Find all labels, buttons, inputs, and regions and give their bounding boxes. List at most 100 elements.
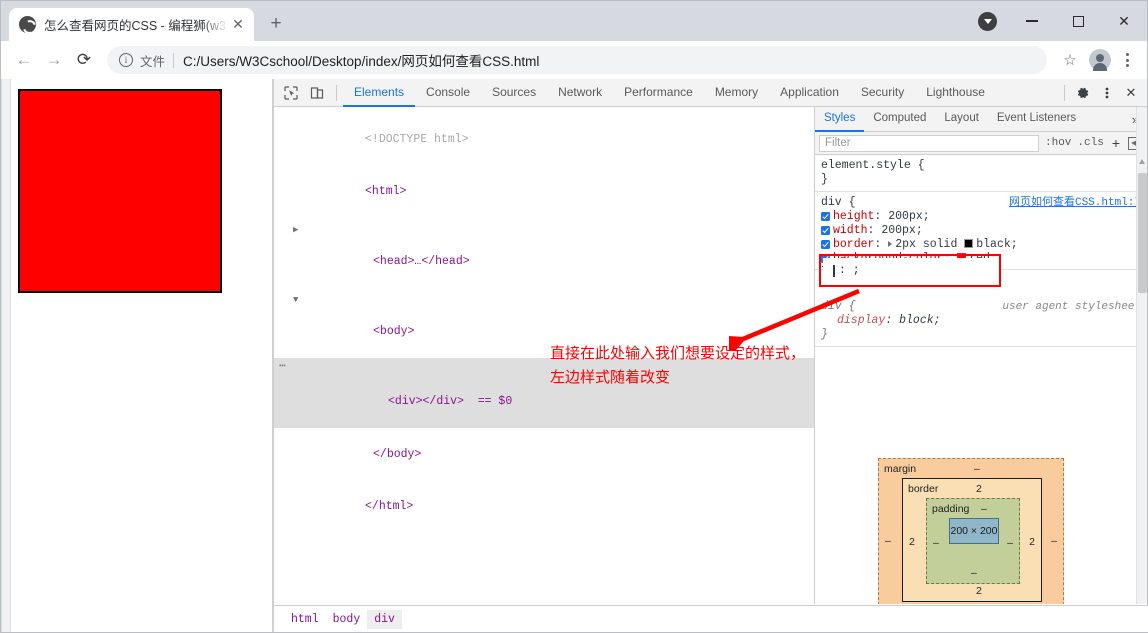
dom-line[interactable]: <!DOCTYPE html> — [274, 113, 814, 166]
styles-tab-styles[interactable]: Styles — [815, 107, 864, 132]
red-div-element[interactable] — [18, 89, 222, 293]
device-toolbar-icon[interactable] — [304, 81, 330, 105]
scroll-up-arrow-icon[interactable] — [1139, 159, 1145, 164]
styles-scrollbar[interactable] — [1136, 107, 1147, 604]
styles-tab-computed[interactable]: Computed — [864, 107, 935, 132]
box-model-content-region[interactable]: 200 × 200 — [949, 518, 999, 544]
declaration-checkbox[interactable] — [821, 226, 830, 235]
devtools-tab-sources[interactable]: Sources — [481, 79, 547, 107]
devtools-tab-memory[interactable]: Memory — [704, 79, 769, 107]
css-declaration-display[interactable]: display: block; — [821, 314, 1141, 328]
maximize-button[interactable] — [1055, 5, 1101, 37]
border-top-value[interactable]: 2 — [976, 482, 982, 496]
url-text: C:/Users/W3Cschool/Desktop/index/网页如何查看C… — [183, 50, 539, 70]
dom-line[interactable]: </body> — [274, 428, 814, 481]
page-scrollbar[interactable] — [2, 79, 11, 632]
more-options-icon[interactable]: ⋯ — [279, 358, 287, 376]
breadcrumb-item-body[interactable]: body — [326, 610, 368, 629]
css-declaration-width[interactable]: width: 200px; — [821, 224, 1141, 238]
declaration-checkbox[interactable] — [821, 240, 830, 249]
browser-tab[interactable]: 怎么查看网页的CSS - 编程狮(w3 ✕ — [9, 8, 254, 41]
padding-right-value[interactable]: – — [1007, 536, 1013, 550]
minimize-button[interactable] — [1009, 5, 1055, 37]
devtools-close-icon[interactable]: ✕ — [1119, 81, 1143, 105]
padding-top-value[interactable]: – — [981, 502, 987, 516]
margin-top-value[interactable]: – — [974, 462, 980, 476]
globe-icon — [19, 16, 36, 33]
padding-left-value[interactable]: – — [933, 536, 939, 550]
forward-button[interactable]: → — [39, 45, 69, 75]
filter-input[interactable]: Filter — [819, 135, 1039, 152]
kebab-menu-icon[interactable] — [1115, 45, 1139, 75]
info-icon[interactable]: i — [119, 53, 133, 67]
devtools-tab-network[interactable]: Network — [547, 79, 613, 107]
box-model-diagram[interactable]: margin – – – – border 2 2 2 2 paddin — [878, 458, 1064, 604]
css-declaration-border[interactable]: border: 2px solid black; — [821, 238, 1141, 252]
box-model-border-region[interactable]: border 2 2 2 2 padding – – – – — [902, 478, 1042, 602]
css-property-value[interactable]: block — [899, 314, 934, 327]
new-style-rule-button[interactable]: + — [1110, 135, 1122, 151]
scheme-label: 文件 — [140, 51, 165, 70]
css-rule-element-style[interactable]: element.style { } — [815, 155, 1147, 192]
expand-triangle-icon[interactable]: ▶ — [293, 222, 298, 240]
box-model-padding-label: padding — [932, 502, 969, 516]
minimize-icon — [1026, 20, 1038, 22]
css-property-value[interactable]: 200px — [881, 224, 916, 237]
padding-bottom-value[interactable]: – — [971, 566, 977, 580]
devtools-tab-elements[interactable]: Elements — [343, 79, 415, 107]
close-window-button[interactable]: ✕ — [1101, 5, 1147, 37]
devtools-tab-security[interactable]: Security — [850, 79, 915, 107]
bookmark-star-icon[interactable]: ☆ — [1055, 45, 1085, 75]
css-selector[interactable]: element.style { — [821, 159, 1141, 173]
back-button[interactable]: ← — [9, 45, 39, 75]
devtools-tab-performance[interactable]: Performance — [613, 79, 704, 107]
margin-bottom-value[interactable]: – — [974, 602, 980, 604]
reload-button[interactable]: ⟳ — [69, 45, 99, 75]
dom-line[interactable]: <html> — [274, 166, 814, 219]
address-bar[interactable]: i 文件 C:/Users/W3Cschool/Desktop/index/网页… — [107, 46, 1047, 74]
new-css-property-input[interactable]: : ; — [823, 258, 998, 283]
margin-left-value[interactable]: – — [885, 534, 891, 548]
border-bottom-value[interactable]: 2 — [976, 584, 982, 598]
devtools-tab-application[interactable]: Application — [769, 79, 850, 107]
dom-line-text: </body> — [373, 448, 421, 461]
border-left-value[interactable]: 2 — [909, 535, 915, 549]
css-rule-div-user-agent[interactable]: div { user agent stylesheet display: blo… — [815, 296, 1147, 347]
declaration-checkbox[interactable] — [821, 212, 830, 221]
dom-line[interactable]: </html> — [274, 481, 814, 534]
dom-line[interactable]: ▶ <head>…</head> — [274, 218, 814, 288]
stylesheet-source-link[interactable]: 网页如何查看CSS.html:7 — [1009, 196, 1141, 210]
css-property-value[interactable]: 200px — [888, 210, 923, 223]
devtools-tab-lighthouse[interactable]: Lighthouse — [915, 79, 996, 107]
css-property-name[interactable]: border — [833, 238, 874, 251]
margin-right-value[interactable]: – — [1051, 534, 1057, 548]
tab-strip: 怎么查看网页的CSS - 编程狮(w3 ✕ + — [1, 1, 1147, 41]
devtools-kebab-menu-icon[interactable] — [1095, 81, 1119, 105]
styles-tab-event-listeners[interactable]: Event Listeners — [988, 107, 1085, 132]
avatar[interactable] — [1089, 49, 1111, 71]
cls-toggle[interactable]: .cls — [1077, 137, 1103, 149]
hov-toggle[interactable]: :hov — [1045, 137, 1071, 149]
color-swatch-black[interactable] — [964, 239, 973, 248]
expand-shorthand-icon[interactable] — [888, 241, 892, 247]
css-property-name[interactable]: height — [833, 210, 874, 223]
styles-tab-layout[interactable]: Layout — [935, 107, 988, 132]
collapse-triangle-icon[interactable]: ▼ — [293, 292, 298, 310]
close-icon[interactable]: ✕ — [228, 15, 248, 35]
border-right-value[interactable]: 2 — [1029, 535, 1035, 549]
downloads-circle-icon[interactable] — [978, 12, 997, 31]
colon-sep: : — [874, 210, 888, 223]
breadcrumb-item-div[interactable]: div — [367, 610, 402, 629]
box-model-padding-region[interactable]: padding – – – – 200 × 200 — [926, 498, 1020, 584]
breadcrumb-item-html[interactable]: html — [284, 610, 326, 629]
css-property-name[interactable]: width — [833, 224, 868, 237]
omnibox-divider — [173, 53, 174, 68]
gear-icon[interactable] — [1071, 81, 1095, 105]
css-property-value-text[interactable]: 2px solid — [895, 238, 964, 251]
devtools-tab-console[interactable]: Console — [415, 79, 481, 107]
css-color-keyword[interactable]: black — [976, 238, 1011, 251]
new-tab-button[interactable]: + — [262, 10, 290, 38]
scrollbar-thumb[interactable] — [1138, 173, 1147, 293]
css-declaration-height[interactable]: height: 200px; — [821, 210, 1141, 224]
inspect-element-icon[interactable] — [278, 81, 304, 105]
